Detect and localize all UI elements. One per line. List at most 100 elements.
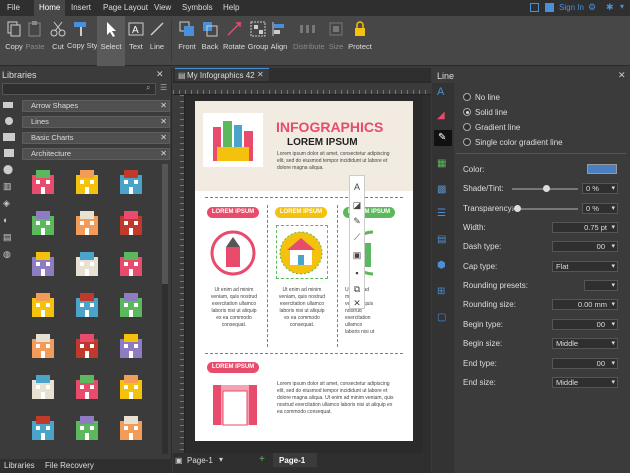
chevron-down-icon[interactable]: ▾ [219,455,223,464]
close-icon[interactable]: ✕ [618,70,626,81]
transparency-slider-thumb[interactable] [514,205,521,212]
attachment-icon[interactable]: ▢ [437,312,446,323]
close-icon[interactable]: ✕ [160,101,167,111]
solid-line-radio[interactable] [463,108,471,116]
text-tool-icon[interactable]: A [350,180,364,194]
menu-help[interactable]: Help [218,0,244,16]
basic-charts-category-icon[interactable] [2,132,16,142]
copy-icon[interactable]: ⧉ [350,282,364,296]
settings-icon[interactable]: ⚙ [588,2,596,13]
search-icon[interactable]: ⌕ [146,83,150,93]
close-icon[interactable]: ✕ [350,296,364,310]
page-tab[interactable]: Page-1 [273,453,317,467]
rounding-presets-select[interactable] [584,280,618,291]
menu-home[interactable]: Home [34,0,66,16]
protect-button[interactable]: Protect [346,16,374,66]
hyperlink-icon[interactable]: ⊞ [437,286,445,297]
fill-icon[interactable]: ◢ [437,110,445,121]
arrow-shapes-category-icon[interactable] [2,100,16,110]
account-icon[interactable] [545,3,554,12]
line-color-swatch[interactable] [587,164,617,174]
library-menu-icon[interactable]: ☰ [160,83,167,92]
begin-type-select[interactable]: 00 [552,319,618,330]
close-icon[interactable]: ✕ [156,69,164,80]
menu-symbols[interactable]: Symbols [177,0,218,16]
add-page-icon[interactable]: + [259,454,265,465]
canvas-vertical-scrollbar[interactable] [423,95,431,453]
lines-category-icon[interactable] [2,116,16,126]
category-icon[interactable]: ▥ [3,181,12,192]
page-nav-icon[interactable]: ▣ [175,456,183,465]
transparency-field[interactable]: 0 % [582,203,618,214]
architecture-shape[interactable] [116,330,146,360]
category-icon[interactable]: ◐ [3,215,8,225]
architecture-shape[interactable] [116,371,146,401]
selection-box[interactable] [276,225,328,279]
line-button[interactable]: Line [143,16,171,66]
tab-file-recovery[interactable]: File Recovery [45,461,94,470]
sign-in-link[interactable]: Sign In [559,3,584,12]
architecture-shape[interactable] [72,207,102,237]
architecture-shape[interactable] [72,248,102,278]
line-icon[interactable]: ✎ [434,130,452,146]
fill-icon[interactable]: ◪ [350,198,364,212]
edit-icon[interactable]: ✎ [350,214,364,228]
rounding-size-field[interactable]: 0.00 mm [552,299,618,310]
architecture-shape[interactable] [72,166,102,196]
category-arrow-shapes[interactable]: Arrow Shapes ✕ [22,100,170,112]
begin-size-select[interactable]: Middle [552,338,618,349]
architecture-shape[interactable] [28,207,58,237]
dash-type-select[interactable]: 00 [552,241,618,252]
architecture-shape[interactable] [28,248,58,278]
architecture-shape[interactable] [116,248,146,278]
no-line-radio[interactable] [463,93,471,101]
architecture-shape[interactable] [116,166,146,196]
architecture-shape[interactable] [116,412,146,442]
menu-view[interactable]: View [149,0,176,16]
extensions-icon[interactable]: ✱ [606,2,614,13]
architecture-shape[interactable] [72,289,102,319]
copy-style-button[interactable]: Copy Style [67,16,103,66]
list-icon[interactable]: ☰ [437,208,446,219]
end-type-select[interactable]: 00 [552,358,618,369]
menu-file[interactable]: File [2,0,25,16]
align-button[interactable]: Align [265,16,293,66]
layer-icon[interactable]: ▪ [350,266,364,280]
library-scrollbar-thumb[interactable] [162,164,168,284]
library-search-input[interactable] [2,83,156,95]
collapse-ribbon-icon[interactable]: ▾ [620,2,624,11]
menu-page-layout[interactable]: Page Layout [98,0,153,16]
architecture-shape[interactable] [72,330,102,360]
gradient-line-radio[interactable] [463,123,471,131]
close-icon[interactable]: ✕ [257,70,264,79]
category-icon[interactable]: ▤ [3,232,12,243]
page-icon[interactable]: ▤ [437,234,446,245]
category-architecture[interactable]: Architecture ✕ [22,148,170,160]
page-selector[interactable]: Page-1 [187,456,213,465]
architecture-shape[interactable] [72,371,102,401]
category-lines[interactable]: Lines ✕ [22,116,170,128]
menu-insert[interactable]: Insert [66,0,96,16]
line-style-icon[interactable]: ⟋ [350,230,364,244]
shadow-icon[interactable]: ▦ [437,158,446,169]
architecture-shape[interactable] [28,330,58,360]
transparency-slider[interactable] [512,208,578,210]
cap-type-select[interactable]: Flat [552,261,618,272]
group-icon[interactable]: ▣ [350,248,364,262]
tab-libraries[interactable]: Libraries [4,461,35,470]
architecture-shape[interactable] [72,412,102,442]
architecture-shape[interactable] [116,289,146,319]
architecture-shape[interactable] [116,207,146,237]
architecture-category-icon[interactable] [2,148,16,158]
close-icon[interactable]: ✕ [160,117,167,127]
close-icon[interactable]: ✕ [160,149,167,159]
end-size-select[interactable]: Middle [552,377,618,388]
image-icon[interactable]: ▩ [437,184,446,195]
distribute-button[interactable]: Distribute [293,16,325,66]
document-tab[interactable]: ▤ My Infographics 42 ✕ [175,68,269,81]
category-icon[interactable]: ⬤ [3,164,13,175]
architecture-shape[interactable] [28,289,58,319]
category-icon[interactable]: ◈ [3,198,10,209]
text-format-icon[interactable]: A [437,86,444,98]
single-color-gradient-radio[interactable] [463,138,471,146]
